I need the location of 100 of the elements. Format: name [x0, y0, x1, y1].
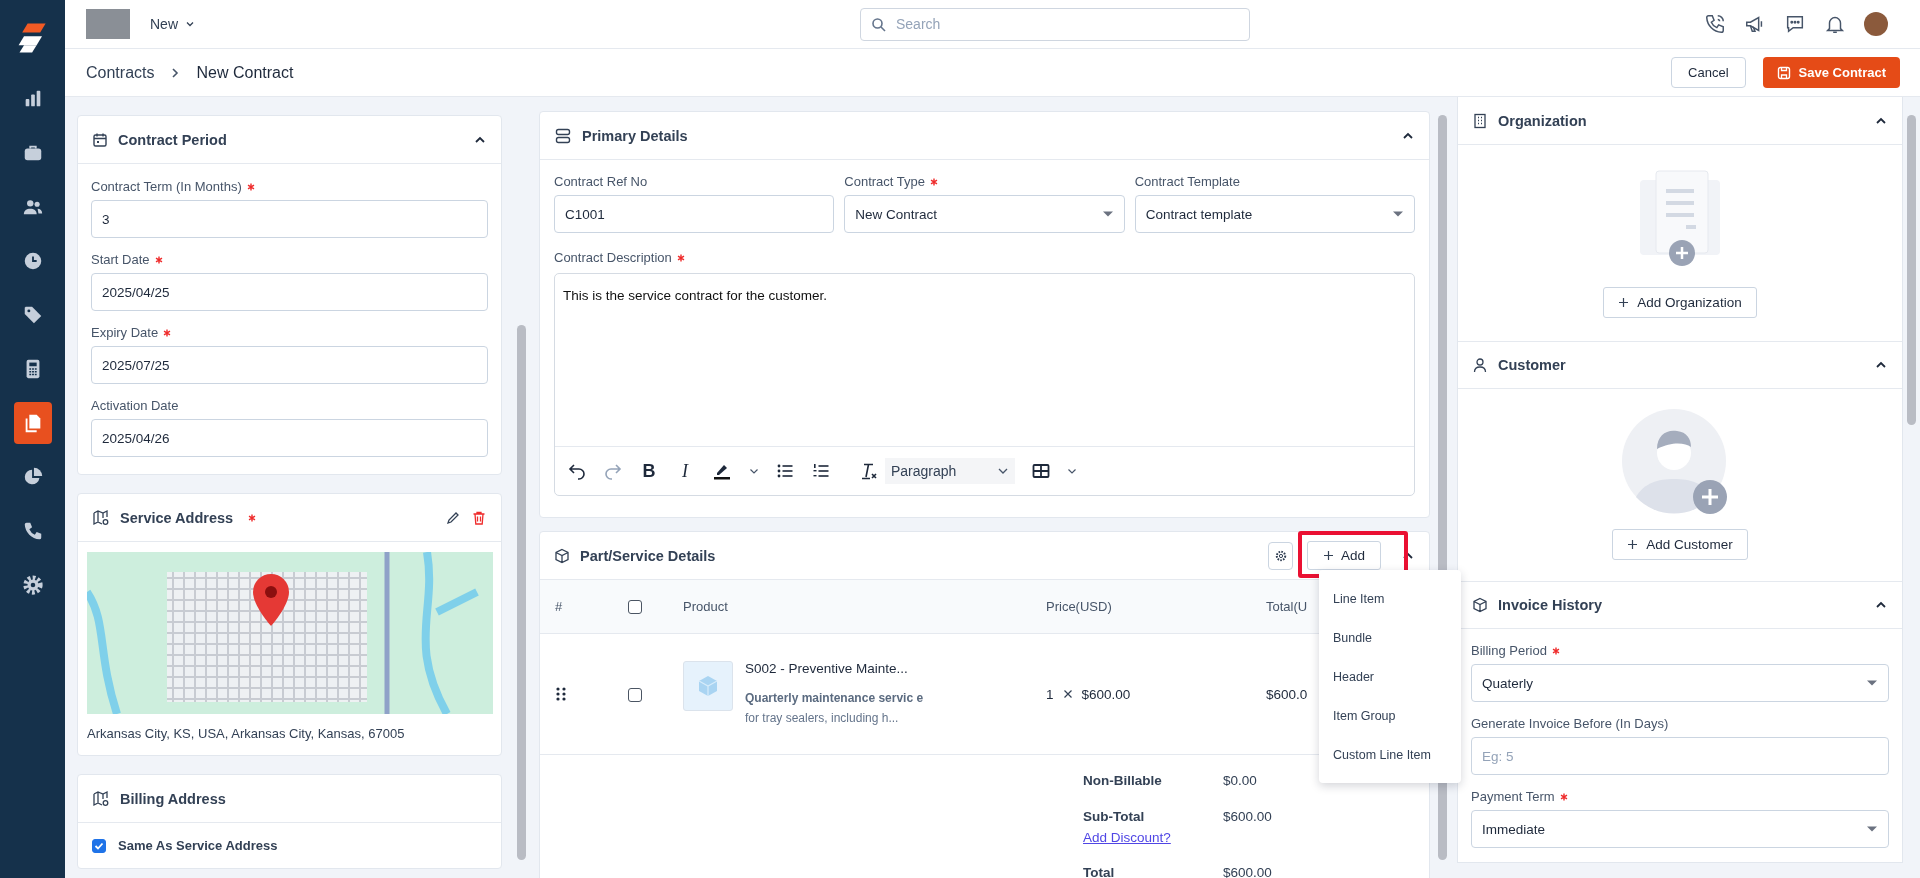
column-header: # [555, 599, 564, 614]
add-button[interactable]: Add [1307, 541, 1381, 570]
input-field[interactable]: Eg: 5 [1471, 737, 1889, 775]
menu-item[interactable]: Custom Line Item [1319, 736, 1461, 775]
cube-icon [1472, 597, 1488, 613]
column-header: Total(U [1266, 599, 1309, 614]
plus-icon [1323, 550, 1334, 561]
chat-icon[interactable] [1784, 13, 1806, 35]
field-label: Activation Date [91, 398, 179, 413]
checkbox[interactable] [628, 600, 642, 615]
dropdown-field[interactable]: Immediate [1471, 810, 1889, 848]
plus-icon [1627, 539, 1639, 550]
settings-icon [21, 574, 44, 596]
product-name[interactable]: S002 - Preventive Mainte... [745, 660, 925, 676]
quantity-text: 1 [1046, 686, 1054, 702]
save-icon [1776, 65, 1791, 80]
caret-icon[interactable] [1067, 466, 1077, 476]
field-label: Contract Description [554, 250, 672, 265]
caret-icon [1866, 825, 1878, 833]
save-contract-button[interactable]: Save Contract [1762, 57, 1900, 88]
field-label: Payment Term [1471, 789, 1555, 804]
sidebar-item[interactable] [13, 402, 52, 444]
dropdown-field[interactable]: Quaterly [1471, 664, 1889, 702]
input-field[interactable]: 2025/04/26 [91, 419, 488, 457]
summary-value: $600.00 [1223, 864, 1272, 878]
new-menu-button[interactable]: New [150, 16, 195, 32]
menu-item[interactable]: Header [1319, 658, 1461, 697]
field-label: Contract Term (In Months) [91, 179, 242, 194]
italic-button[interactable]: I [675, 460, 695, 482]
column-header: Price(USD) [1046, 599, 1113, 614]
breadcrumb-link[interactable]: Contracts [86, 63, 155, 82]
menu-item[interactable]: Item Group [1319, 697, 1461, 736]
menu-item[interactable]: Line Item [1319, 580, 1461, 619]
phone-call-icon[interactable] [1704, 13, 1726, 35]
settings-icon [1274, 549, 1287, 562]
address-text: Arkansas City, KS, USA, Arkansas City, Kansas, 67005 [87, 726, 406, 741]
paragraph-format-dropdown[interactable]: Paragraph [885, 458, 1015, 484]
avatar[interactable] [1864, 12, 1888, 36]
table-icon[interactable] [1031, 461, 1051, 481]
card-title: Part/Service Details [580, 547, 716, 564]
card-title: Organization [1498, 112, 1587, 129]
card-title: Primary Details [582, 127, 688, 144]
drag-handle-icon[interactable] [555, 686, 567, 702]
summary-label: Sub-Total [1083, 808, 1145, 826]
clear-formatting-icon[interactable] [859, 461, 879, 481]
search-field[interactable]: Search [860, 7, 1250, 41]
summary-value: $0.00 [1223, 772, 1257, 790]
card-title: Service Address [120, 509, 234, 526]
add-discount-link[interactable]: Add Discount? [1083, 829, 1171, 847]
server-icon [554, 126, 572, 145]
caret-icon [1866, 679, 1878, 687]
product-description: Quarterly maintenance servic e for tray sealers, including h... [745, 689, 925, 727]
search-icon [871, 16, 887, 33]
column-header: Product [683, 599, 729, 614]
bold-button[interactable]: B [639, 460, 659, 482]
caret-icon [1392, 210, 1404, 218]
delete-icon[interactable] [471, 509, 487, 526]
editor-text[interactable]: This is the service contract for the customer. [563, 288, 828, 303]
field-label: Generate Invoice Before (In Days) [1471, 716, 1669, 731]
plus-icon [1618, 297, 1630, 308]
multiply-icon [1062, 689, 1073, 699]
checkbox[interactable] [628, 687, 642, 702]
settings-button[interactable] [1268, 541, 1293, 570]
field-label: Contract Template [1134, 174, 1240, 189]
building-icon [1472, 112, 1488, 129]
caret-icon [1101, 210, 1114, 218]
input-field[interactable]: C1001 [554, 195, 835, 233]
caret-icon[interactable] [749, 466, 759, 476]
photo-placeholder [86, 9, 130, 39]
field-label: Start Date [91, 252, 150, 267]
menu-item[interactable]: Bundle [1319, 619, 1461, 658]
checkbox[interactable] [92, 838, 106, 853]
scrollbar-thumb[interactable] [1907, 115, 1916, 425]
field-label: Contract Ref No [554, 174, 648, 189]
scrollbar-thumb[interactable] [1438, 115, 1447, 860]
dropdown-field[interactable]: Contract template [1134, 195, 1415, 233]
card-title: Customer [1498, 357, 1566, 373]
dropdown-field[interactable]: New Contract [844, 195, 1125, 233]
card-title: Invoice History [1498, 597, 1602, 613]
card-title: Contract Period [118, 131, 227, 148]
input-field[interactable]: 2025/04/25 [91, 273, 488, 311]
input-field[interactable]: 3 [91, 200, 488, 238]
cancel-button[interactable]: Cancel [1671, 57, 1746, 88]
redo-icon[interactable] [603, 461, 623, 481]
field-label: Contract Type [844, 174, 926, 189]
add-organization-button[interactable]: Add Organization [1603, 287, 1757, 318]
caret-icon [185, 19, 195, 29]
calendar-icon [92, 131, 108, 148]
summary-label: Non-Billable [1083, 772, 1162, 790]
scrollbar-thumb[interactable] [517, 325, 526, 860]
price-text: $600.00 [1081, 686, 1131, 702]
input-field[interactable]: 2025/07/25 [91, 346, 488, 384]
card-title: Billing Address [120, 790, 226, 807]
undo-icon[interactable] [567, 461, 587, 481]
add-customer-button[interactable]: Add Customer [1612, 529, 1748, 560]
map-icon [92, 508, 110, 527]
map-icon [92, 789, 110, 808]
user-icon [1472, 357, 1488, 373]
field-label: Billing Period [1471, 643, 1547, 658]
summary-label: Total [1083, 864, 1115, 878]
